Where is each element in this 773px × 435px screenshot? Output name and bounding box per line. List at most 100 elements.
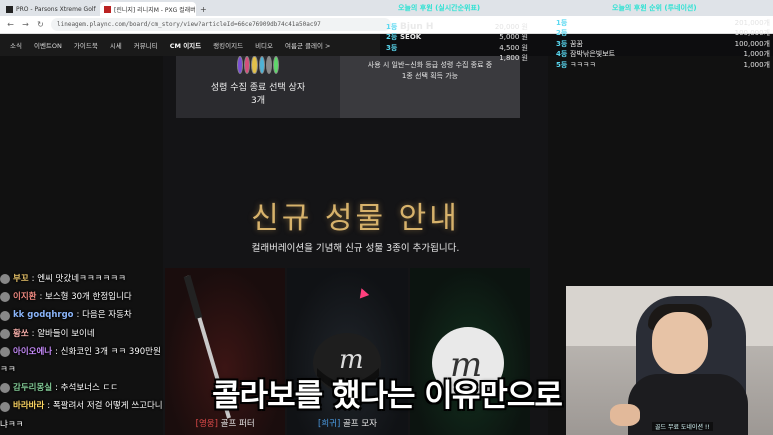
chat-message: 이지환: 보스형 30개 한정입니다 xyxy=(0,288,205,306)
donor-name xyxy=(570,18,735,28)
donation-row: 1등 Bjun H 20,000 원 xyxy=(386,22,528,32)
donation-row: 1,800 원 xyxy=(386,53,528,63)
rank: 3등 xyxy=(556,39,568,48)
site-nav: 소식 이벤트ON 가이드북 시세 커뮤니티 CM 이지드 랭킹이지드 비디오 여… xyxy=(0,34,380,56)
url-input[interactable]: lineagem.plaync.com/board/cm_story/view?… xyxy=(51,18,391,31)
chat-username[interactable]: 이지환 xyxy=(13,288,36,306)
chat-message: 냐ㅋㅋ xyxy=(0,416,205,434)
browser-tab[interactable]: PRO - Parsons Xtreme Golf ✕ xyxy=(2,2,98,16)
section-subtitle: 컬래버레이션을 기념해 신규 성물 3종이 추가됩니다. xyxy=(251,243,460,254)
nav-item[interactable]: 비디오 xyxy=(255,40,273,50)
donation-row: 2등 100,000개 xyxy=(556,28,770,38)
chat-message: 감두리몽실: 추석보너스 ㄷㄷ xyxy=(0,379,205,397)
avatar[interactable] xyxy=(0,328,10,339)
donation-row: 2등 SEOK 5,000 원 xyxy=(386,32,528,42)
chat-text: : 신화코인 3개 ㅋㅋ 390만원 xyxy=(55,346,161,357)
browser-tab-active[interactable]: [린니지] 리니지M - PXG 컬래버 ✕ xyxy=(100,2,196,16)
streamer-hand-image xyxy=(610,404,640,426)
donation-row: 3등 꿈꿈 100,000개 xyxy=(556,39,770,49)
avatar[interactable] xyxy=(0,401,10,412)
rank: 2등 xyxy=(556,29,568,38)
chat-username[interactable]: 아이오에나 xyxy=(13,343,52,361)
donation-row: 4등 잠박낚은빛보트 1,000개 xyxy=(556,49,770,59)
avatar[interactable] xyxy=(0,383,10,394)
chat-username[interactable]: kk godqhrgo xyxy=(13,306,74,324)
section-title: 신규 성물 안내 xyxy=(251,201,460,236)
live-chat: 부꼬: 엔씨 맛갔네ㅋㅋㅋㅋㅋㅋ 이지환: 보스형 30개 한정입니다 kk god… xyxy=(0,270,205,434)
avatar[interactable] xyxy=(0,346,10,357)
donor-name: SEOK xyxy=(400,33,422,42)
video-caption: 콜라보를 했다는 이유만으로 xyxy=(212,378,563,414)
nav-item[interactable]: 랭킹이지드 xyxy=(213,40,243,50)
rank: 5등 xyxy=(556,60,568,69)
donation-amount: 4,500 원 xyxy=(499,43,528,52)
forward-arrow-icon[interactable]: → xyxy=(21,20,30,29)
reward-card-title-line: 성령 수집 종료 선택 상자 xyxy=(210,83,306,93)
avatar[interactable] xyxy=(0,292,10,303)
donation-amount: 1,000개 xyxy=(743,50,770,59)
site-favicon-icon xyxy=(104,5,111,13)
donor-name xyxy=(400,53,499,63)
donor-name xyxy=(400,43,499,53)
nav-item-active[interactable]: CM 이지드 xyxy=(170,40,201,50)
rank: 1등 xyxy=(556,19,568,27)
new-tab-button[interactable]: + xyxy=(200,2,207,16)
nav-item[interactable]: 가이드북 xyxy=(74,40,98,50)
donation-ranking-header-right: 오늘의 후원 순위 (투네이션) xyxy=(612,4,697,12)
donor-name: 꿈꿈 xyxy=(570,39,583,48)
chat-text: : 다음은 자동차 xyxy=(76,310,132,321)
donor-name: ㅋㅋㅋㅋ xyxy=(570,60,596,69)
chat-text: : 알바들이 보이네 xyxy=(31,328,95,339)
donation-ranking-header: 오늘의 후원 (실시간순위표) xyxy=(398,4,481,12)
reload-icon[interactable]: ↻ xyxy=(36,20,45,29)
avatar[interactable] xyxy=(0,274,10,285)
nav-item[interactable]: 여름군 클레이 > xyxy=(285,40,330,50)
donation-amount: 100,000개 xyxy=(734,39,770,48)
nav-item[interactable]: 시세 xyxy=(110,40,122,50)
reward-card-count: 3개 xyxy=(250,96,265,106)
donation-amount: 100,000개 xyxy=(734,29,770,38)
nav-item[interactable]: 커뮤니티 xyxy=(134,40,158,50)
reward-card-title: 성령 수집 종료 선택 상자 3개 xyxy=(176,82,340,108)
item-name: 골프 퍼터 xyxy=(220,419,255,429)
rank: 3등 xyxy=(386,43,398,52)
chat-username[interactable]: 황쏘 xyxy=(13,325,29,343)
donation-ranking-list: 1등 Bjun H 20,000 원 2등 SEOK 5,000 원 3등 4,500 원… xyxy=(386,22,528,64)
webcam-feed: 골드 무료 도네이션 !! xyxy=(566,286,773,435)
chat-username[interactable]: 부꼬 xyxy=(13,270,29,288)
rank: 4등 xyxy=(556,50,568,59)
gem-items-image xyxy=(237,56,280,74)
screen: PRO - Parsons Xtreme Golf ✕ [린니지] 리니지M -… xyxy=(0,0,773,435)
donation-row: 1등 201,000개 xyxy=(556,18,770,28)
chat-username[interactable]: 바라바라 xyxy=(13,397,44,415)
rank xyxy=(386,53,400,63)
donation-amount: 5,000 원 xyxy=(499,33,528,42)
chat-text: : 추석보너스 ㄷㄷ xyxy=(55,383,119,394)
nav-item[interactable]: 소식 xyxy=(10,40,22,50)
item-label: [희귀] 골프 모자 xyxy=(287,417,407,429)
item-name: 골프 모자 xyxy=(342,419,377,429)
chat-text: 냐ㅋㅋ xyxy=(0,419,24,430)
chat-text: : 보스형 30개 한정입니다 xyxy=(39,292,132,303)
reward-description-line: 1종 선택 획득 가능 xyxy=(401,72,459,80)
site-favicon-icon xyxy=(6,5,13,13)
rank: 1등 xyxy=(386,23,398,31)
chat-text: : 엔씨 맛갔네ㅋㅋㅋㅋㅋㅋ xyxy=(31,274,126,284)
chat-message: 아이오에나: 신화코인 3개 ㅋㅋ 390만원 xyxy=(0,343,205,361)
back-arrow-icon[interactable]: ← xyxy=(6,20,15,29)
chat-username[interactable]: 감두리몽실 xyxy=(13,379,52,397)
donor-name: Bjun H xyxy=(400,22,434,32)
item-grade: [희귀] xyxy=(318,419,341,429)
tab-title: [린니지] 리니지M - PXG 컬래버 xyxy=(114,6,196,14)
donation-row: 3등 4,500 원 xyxy=(386,43,528,53)
donation-amount: 20,000 원 xyxy=(494,23,528,31)
nav-item[interactable]: 이벤트ON xyxy=(34,40,62,50)
chat-message: 바라바라: 폭팔려서 저걸 어떻게 쓰고다니 xyxy=(0,397,205,415)
donation-amount: 201,000개 xyxy=(734,19,770,27)
donor-name xyxy=(570,28,735,38)
avatar[interactable] xyxy=(0,310,10,321)
chat-message: 부꼬: 엔씨 맛갔네ㅋㅋㅋㅋㅋㅋ xyxy=(0,270,205,288)
donor-name: 잠박낚은빛보트 xyxy=(570,50,616,59)
chat-text: ㅋㅋ xyxy=(0,365,16,376)
donation-ranking-list-right: 1등 201,000개 2등 100,000개 3등 꿈꿈 100,000개 4등 잠박낚… xyxy=(556,18,770,70)
